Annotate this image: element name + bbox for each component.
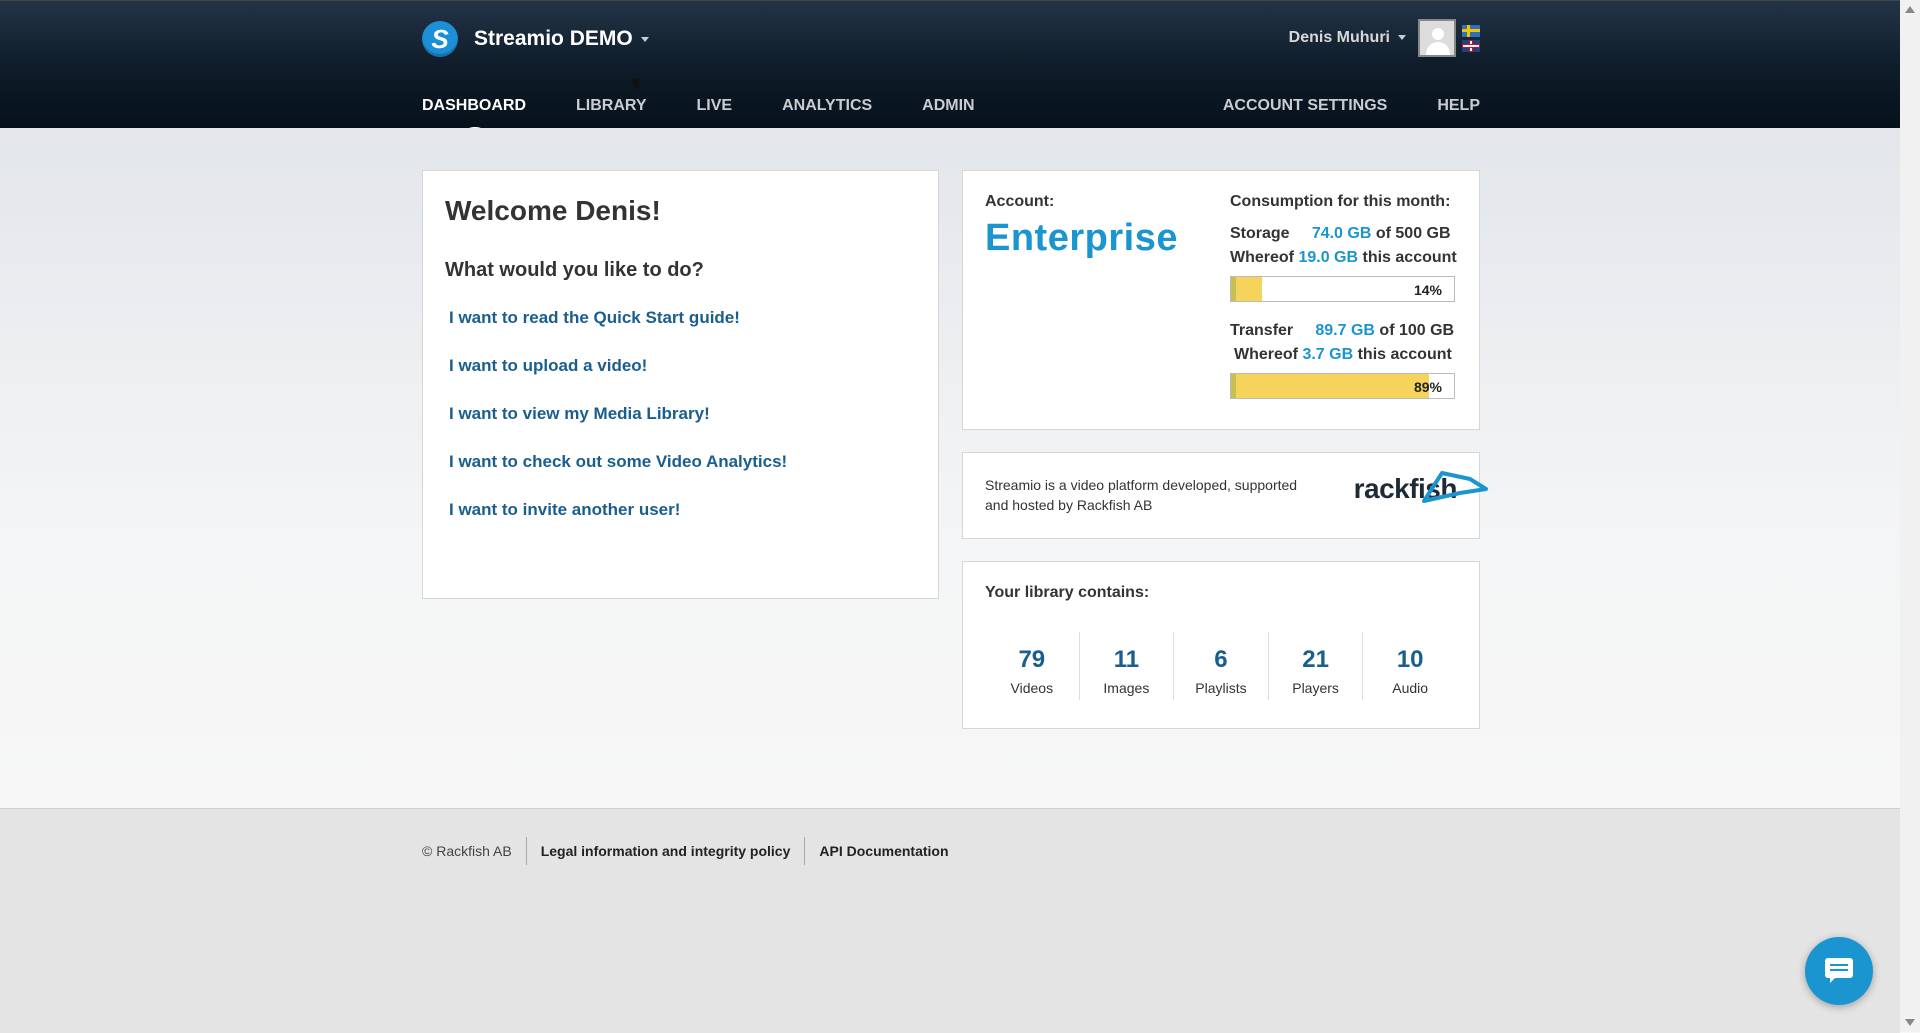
footer-copyright: © Rackfish AB bbox=[422, 843, 512, 859]
vertical-scrollbar[interactable] bbox=[1900, 0, 1920, 1032]
legal-information-link[interactable]: Legal information and integrity policy bbox=[525, 837, 805, 865]
transfer-total: of 100 GB bbox=[1379, 322, 1455, 339]
upload-video-link[interactable]: I want to upload a video! bbox=[449, 356, 916, 376]
transfer-percent: 89% bbox=[1413, 379, 1442, 395]
storage-row: Storage 74.0 GB of 500 GB bbox=[1230, 225, 1462, 243]
library-stats: 79 Videos 11 Images 6 Playlists 21 Playe… bbox=[985, 632, 1457, 700]
transfer-row: Transfer 89.7 GB of 100 GB bbox=[1230, 322, 1462, 340]
video-analytics-link[interactable]: I want to check out some Video Analytics… bbox=[449, 452, 916, 472]
app: S Streamio DEMO Denis Muhuri DASHBOARD L… bbox=[0, 0, 1900, 1033]
stat-label: Audio bbox=[1392, 680, 1429, 696]
quick-start-link[interactable]: I want to read the Quick Start guide! bbox=[449, 308, 916, 328]
scroll-down-arrow-icon[interactable] bbox=[1905, 1019, 1915, 1026]
about-text: Streamio is a video platform developed, … bbox=[985, 477, 1298, 513]
consumption-section: Consumption for this month: Storage 74.0… bbox=[1230, 193, 1462, 399]
scroll-up-arrow-icon[interactable] bbox=[1905, 6, 1915, 13]
storage-whereof-value: 19.0 GB bbox=[1298, 249, 1359, 266]
transfer-whereof-suffix: this account bbox=[1357, 346, 1452, 363]
stat-players[interactable]: 21 Players bbox=[1267, 632, 1363, 700]
stat-label: Videos bbox=[1010, 680, 1054, 696]
transfer-whereof-row: Whereof 3.7 GB this account bbox=[1230, 346, 1462, 364]
tab-analytics[interactable]: ANALYTICS bbox=[782, 97, 872, 115]
user-menu[interactable]: Denis Muhuri bbox=[1289, 29, 1406, 47]
api-documentation-link[interactable]: API Documentation bbox=[804, 837, 962, 865]
tab-live[interactable]: LIVE bbox=[697, 97, 733, 115]
swedish-flag-icon[interactable] bbox=[1462, 24, 1480, 37]
avatar-head bbox=[1432, 28, 1444, 40]
language-flags bbox=[1462, 24, 1480, 52]
storage-total: of 500 GB bbox=[1375, 225, 1451, 242]
rackfish-fish-icon bbox=[1421, 471, 1488, 503]
stat-playlists[interactable]: 6 Playlists bbox=[1173, 632, 1268, 700]
navbar-inner: S Streamio DEMO Denis Muhuri DASHBOARD L… bbox=[422, 1, 1480, 139]
brand-title: Streamio DEMO bbox=[474, 27, 633, 50]
brand-dropdown[interactable]: S Streamio DEMO bbox=[422, 21, 649, 57]
stat-videos[interactable]: 79 Videos bbox=[985, 632, 1079, 700]
chevron-down-icon bbox=[1398, 35, 1406, 41]
stat-value: 21 bbox=[1302, 646, 1329, 673]
storage-label: Storage bbox=[1230, 225, 1290, 242]
top-navbar: S Streamio DEMO Denis Muhuri DASHBOARD L… bbox=[0, 0, 1900, 139]
stat-audio[interactable]: 10 Audio bbox=[1362, 632, 1457, 700]
secondary-menu: ACCOUNT SETTINGS HELP bbox=[1173, 97, 1480, 115]
transfer-progress-bar: 89% bbox=[1230, 373, 1455, 399]
storage-whereof-suffix: this account bbox=[1362, 249, 1457, 266]
rackfish-logo[interactable]: rackfish bbox=[1354, 471, 1488, 505]
library-title: Your library contains: bbox=[985, 584, 1150, 601]
stat-value: 11 bbox=[1113, 646, 1140, 673]
chat-bubble-line bbox=[1830, 964, 1848, 966]
welcome-subtitle: What would you like to do? bbox=[445, 259, 704, 281]
chat-bubble-icon bbox=[1825, 958, 1853, 983]
media-library-link[interactable]: I want to view my Media Library! bbox=[449, 404, 916, 424]
tab-dashboard[interactable]: DASHBOARD bbox=[422, 97, 526, 139]
about-panel: Streamio is a video platform developed, … bbox=[962, 452, 1488, 539]
storage-percent: 14% bbox=[1413, 282, 1442, 298]
chat-button[interactable] bbox=[1805, 937, 1873, 1005]
stat-value: 79 bbox=[1018, 646, 1046, 673]
chat-bubble-line bbox=[1830, 969, 1848, 971]
stat-label: Images bbox=[1103, 680, 1150, 696]
tab-library[interactable]: LIBRARY bbox=[576, 97, 647, 115]
library-panel: Your library contains: 79 Videos 11 Imag… bbox=[962, 561, 1480, 729]
storage-progress-bar: 14% bbox=[1230, 276, 1455, 302]
tab-admin[interactable]: ADMIN bbox=[922, 97, 974, 115]
storage-whereof-row: Whereof 19.0 GB this account bbox=[1230, 249, 1462, 267]
storage-used: 74.0 GB bbox=[1311, 225, 1372, 242]
stat-value: 6 bbox=[1214, 646, 1228, 673]
streamio-logo-icon: S bbox=[422, 21, 458, 57]
storage-whereof-label: Whereof bbox=[1230, 249, 1294, 266]
stat-label: Playlists bbox=[1195, 680, 1247, 696]
footer-links: © Rackfish AB Legal information and inte… bbox=[422, 837, 963, 865]
consumption-label: Consumption for this month: bbox=[1230, 193, 1451, 210]
stat-value: 10 bbox=[1396, 646, 1424, 673]
uk-flag-icon[interactable] bbox=[1462, 39, 1480, 52]
stat-label: Players bbox=[1292, 680, 1339, 696]
transfer-progress-fill bbox=[1231, 374, 1430, 398]
main-background bbox=[0, 128, 1900, 808]
tab-help[interactable]: HELP bbox=[1437, 97, 1480, 115]
transfer-label: Transfer bbox=[1230, 322, 1294, 339]
welcome-title: Welcome Denis! bbox=[445, 195, 661, 226]
welcome-panel: Welcome Denis! What would you like to do… bbox=[422, 170, 939, 599]
main-menu: DASHBOARD LIBRARY LIVE ANALYTICS ADMIN bbox=[422, 97, 1025, 139]
transfer-used: 89.7 GB bbox=[1315, 322, 1375, 339]
chevron-down-icon bbox=[640, 36, 649, 42]
transfer-whereof-value: 3.7 GB bbox=[1302, 346, 1354, 363]
account-panel: Account: Enterprise Consumption for this… bbox=[962, 170, 1480, 430]
invite-user-link[interactable]: I want to invite another user! bbox=[449, 500, 916, 520]
user-area: Denis Muhuri bbox=[1289, 19, 1480, 57]
tab-account-settings[interactable]: ACCOUNT SETTINGS bbox=[1223, 97, 1387, 115]
user-name: Denis Muhuri bbox=[1288, 29, 1390, 46]
avatar-body bbox=[1426, 42, 1450, 55]
avatar[interactable] bbox=[1418, 19, 1456, 57]
transfer-whereof-label: Whereof bbox=[1234, 346, 1298, 363]
storage-progress-fill bbox=[1231, 277, 1263, 301]
footer: © Rackfish AB Legal information and inte… bbox=[0, 808, 1900, 1033]
stat-images[interactable]: 11 Images bbox=[1078, 632, 1174, 700]
